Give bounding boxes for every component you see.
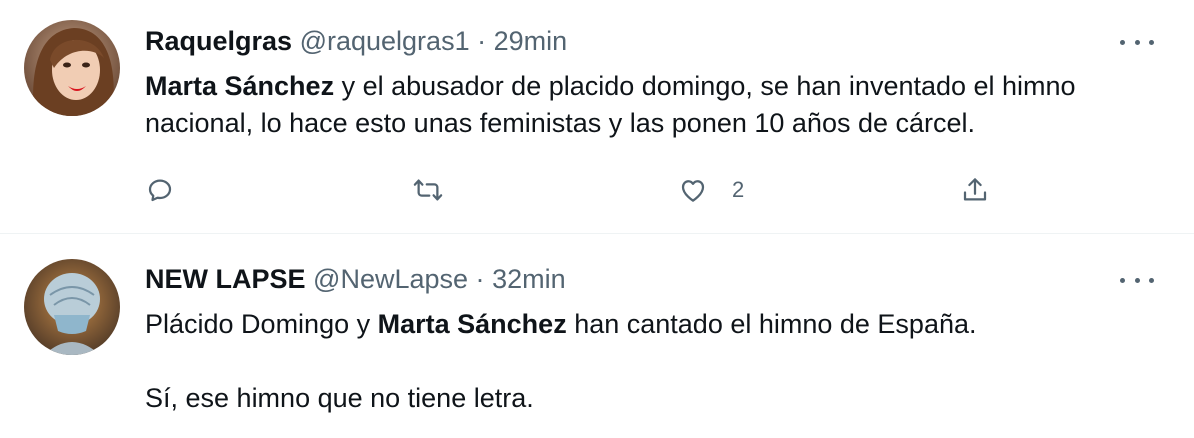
- reply-button[interactable]: [145, 170, 175, 210]
- like-count: 2: [732, 177, 745, 202]
- more-options-button[interactable]: [1120, 270, 1154, 290]
- more-icon-dot: [1134, 39, 1140, 45]
- mention-bold: Marta Sánchez: [145, 71, 335, 101]
- avatar[interactable]: [24, 20, 120, 116]
- separator: ·: [475, 264, 485, 294]
- tweet-text: Marta Sánchez y el abusador de placido d…: [145, 68, 1175, 142]
- retweet-icon: [413, 179, 443, 201]
- more-icon: [1120, 277, 1125, 283]
- tweet-paragraph-2: Sí, ese himno que no tiene letra.: [145, 383, 534, 413]
- tweet-2[interactable]: NEW LAPSE @NewLapse · 32min Plácido Domi…: [0, 234, 1194, 438]
- user-handle[interactable]: @NewLapse: [313, 264, 468, 294]
- tweet-actions: 2: [145, 170, 1025, 210]
- tweet-header: Raquelgras @raquelgras1 · 29min: [145, 24, 567, 58]
- more-icon-dot: [1149, 277, 1154, 283]
- retweet-button[interactable]: [413, 170, 443, 210]
- tweet-paragraph-1: Plácido Domingo y Marta Sánchez han cant…: [145, 306, 1175, 343]
- avatar-image: [24, 20, 120, 116]
- avatar-image: [24, 259, 120, 355]
- timestamp[interactable]: 32min: [492, 264, 566, 294]
- separator: ·: [477, 26, 487, 56]
- timestamp[interactable]: 29min: [494, 26, 568, 56]
- reply-icon: [148, 179, 172, 202]
- display-name[interactable]: Raquelgras: [145, 26, 292, 56]
- like-icon: [681, 180, 705, 202]
- avatar[interactable]: [24, 259, 120, 355]
- share-button[interactable]: [960, 170, 990, 210]
- display-name[interactable]: NEW LAPSE: [145, 264, 306, 294]
- share-icon: [963, 178, 987, 201]
- tweet-1[interactable]: Raquelgras @raquelgras1 · 29min Marta Sá…: [0, 0, 1194, 234]
- more-icon-dot: [1134, 277, 1140, 283]
- more-options-button[interactable]: [1120, 32, 1154, 52]
- tweet-header: NEW LAPSE @NewLapse · 32min: [145, 262, 566, 296]
- user-handle[interactable]: @raquelgras1: [300, 26, 470, 56]
- like-button[interactable]: 2: [678, 170, 744, 210]
- more-icon-dot: [1149, 39, 1154, 45]
- tweet-text: Plácido Domingo y Marta Sánchez han cant…: [145, 306, 1175, 417]
- tweet-text-pre: Plácido Domingo y: [145, 309, 378, 339]
- mention-bold: Marta Sánchez: [377, 309, 567, 339]
- tweet-text-post: han cantado el himno de España.: [566, 309, 977, 339]
- more-icon: [1120, 39, 1125, 45]
